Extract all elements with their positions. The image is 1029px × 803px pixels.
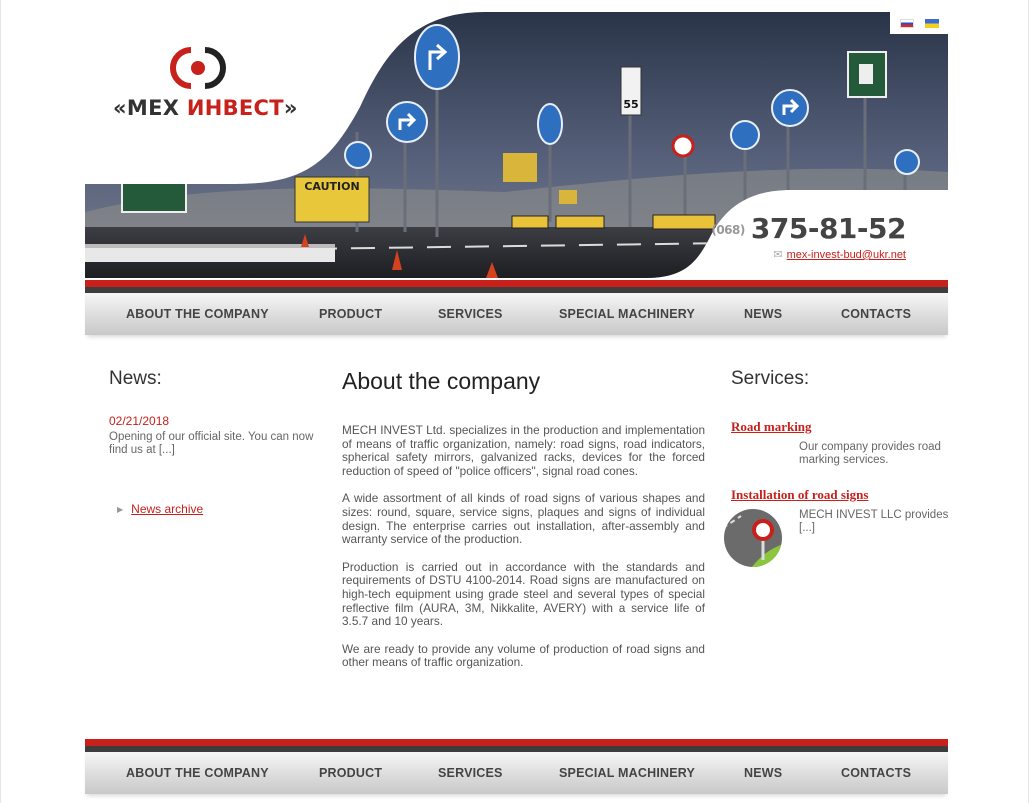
nav-special-machinery[interactable]: SPECIAL MACHINERY [559,293,695,335]
footer-nav-services[interactable]: SERVICES [438,752,503,794]
svg-text:CAUTION: CAUTION [304,180,359,193]
footer-nav: ABOUT THE COMPANY PRODUCT SERVICES SPECI… [85,752,948,794]
nav-news[interactable]: NEWS [744,293,782,335]
news-column: News: 02/21/2018 Opening of our official… [109,368,319,457]
main-content: About the company MECH INVEST Ltd. speci… [342,368,705,670]
nav-contacts[interactable]: CONTACTS [841,293,911,335]
news-date[interactable]: 02/21/2018 [109,414,319,428]
service-road-signs-text: MECH INVEST LLC provides [...] [799,509,949,534]
paragraph: A wide assortment of all kinds of road s… [342,491,705,547]
chevron-right-icon: ▶ [117,505,124,515]
paragraph: Production is carried out in accordance … [342,559,705,629]
flag-ua-icon[interactable] [924,18,939,28]
header: CAUTION 55 «МЕХ ИНВЕСТ» (068) 375-81-52 … [85,12,948,280]
logo-text: «МЕХ ИНВЕСТ» [113,96,313,120]
email-link[interactable]: mex-invest-bud@ukr.net [787,249,906,261]
nav-product[interactable]: PRODUCT [319,293,382,335]
logo[interactable]: «МЕХ ИНВЕСТ» [113,44,313,134]
top-nav: ABOUT THE COMPANY PRODUCT SERVICES SPECI… [85,293,948,335]
phone-number: 375-81-52 [750,212,907,245]
svg-text:55: 55 [623,98,638,111]
logo-text-suffix: » [283,96,298,120]
service-road-marking-text: Our company provides road marking servic… [799,441,941,466]
footer-nav-about[interactable]: ABOUT THE COMPANY [126,752,269,794]
paragraph: We are ready to provide any volume of pr… [342,641,705,670]
page: CAUTION 55 «МЕХ ИНВЕСТ» (068) 375-81-52 … [0,0,1029,803]
news-text: Opening of our official site. You can no… [109,431,314,456]
contact-block: (068) 375-81-52 ✉ mex-invest-bud@ukr.net [711,212,906,263]
services-title: Services: [731,368,810,389]
envelope-icon: ✉ [773,249,783,261]
footer-nav-product[interactable]: PRODUCT [319,752,382,794]
news-title: News: [109,368,162,389]
logo-text-accent: ИНВЕСТ [186,96,284,120]
logo-mark-icon [170,47,226,89]
language-switcher [890,12,948,34]
road-sign-thumbnail[interactable] [723,508,783,568]
nav-services[interactable]: SERVICES [438,293,503,335]
news-archive: ▶ News archive [117,502,203,516]
flag-ru-icon[interactable] [899,18,914,28]
news-archive-link[interactable]: News archive [131,502,203,516]
service-road-marking-link[interactable]: Road marking [731,419,812,435]
nav-about[interactable]: ABOUT THE COMPANY [126,293,269,335]
services-column: Services: Road marking Our company provi… [724,368,951,567]
footer-nav-news[interactable]: NEWS [744,752,782,794]
footer-nav-contacts[interactable]: CONTACTS [841,752,911,794]
footer-nav-special-machinery[interactable]: SPECIAL MACHINERY [559,752,695,794]
page-title: About the company [342,368,541,394]
service-road-signs-link[interactable]: Installation of road signs [731,487,868,503]
paragraph: MECH INVEST Ltd. specializes in the prod… [342,423,705,478]
accent-strip [85,280,948,287]
footer-accent-strip [85,739,948,746]
phone: (068) 375-81-52 [711,212,906,245]
phone-code: (068) [711,223,745,237]
logo-text-prefix: «МЕХ [113,96,187,120]
